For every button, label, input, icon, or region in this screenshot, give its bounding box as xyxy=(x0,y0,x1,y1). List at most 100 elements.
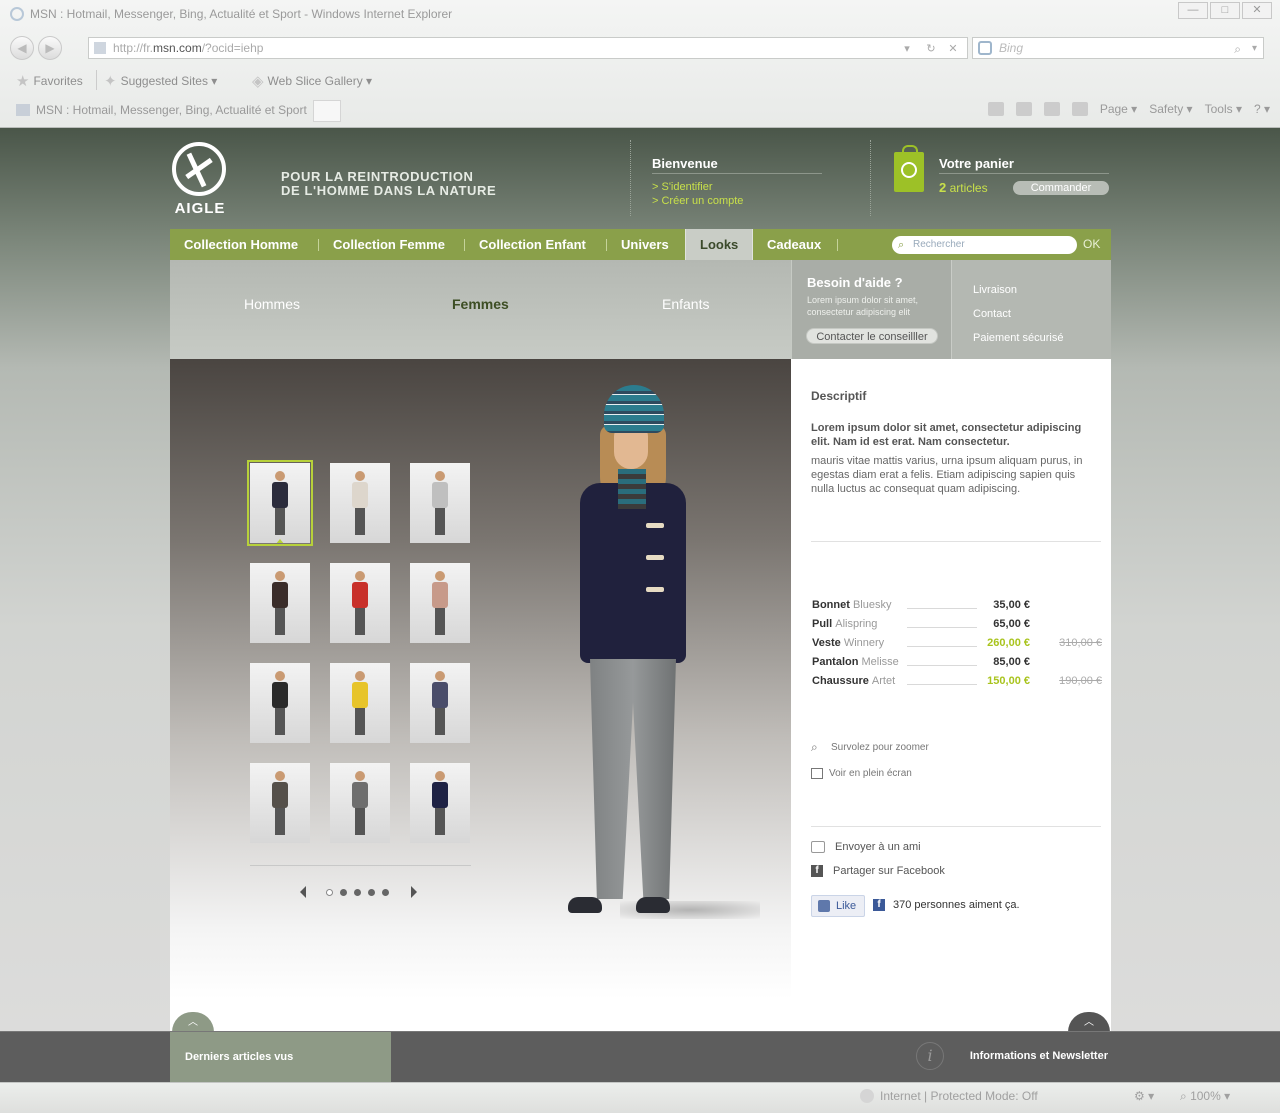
product-row[interactable]: Chaussure Artet 150,00 € 190,00 € xyxy=(812,675,1102,694)
pager-dot[interactable] xyxy=(354,889,361,896)
link-contact[interactable]: Contact xyxy=(973,308,1011,320)
look-thumbnail[interactable] xyxy=(330,663,390,743)
zoom-level[interactable]: ⌕ 100% ▾ xyxy=(1180,1089,1230,1104)
protected-mode-icon[interactable]: ⚙ ▾ xyxy=(1134,1089,1154,1103)
back-button[interactable]: ◀ xyxy=(10,36,34,60)
new-tab-button[interactable] xyxy=(313,100,341,122)
look-thumbnail[interactable] xyxy=(247,460,313,546)
recent-items-tab[interactable]: Derniers articles vus xyxy=(170,1032,391,1083)
product-price: 65,00 € xyxy=(993,618,1030,630)
look-thumbnail[interactable] xyxy=(330,563,390,643)
next-arrow-icon[interactable] xyxy=(411,886,417,898)
nav-cadeaux[interactable]: Cadeaux xyxy=(767,229,821,260)
product-row[interactable]: Bonnet Bluesky 35,00 € xyxy=(812,599,1102,618)
info-newsletter-tab[interactable]: Informations et Newsletter xyxy=(970,1032,1108,1083)
tagline-line-2: DE L'HOMME DANS LA NATURE xyxy=(281,183,497,198)
tagline-line-1: POUR LA REINTRODUCTION xyxy=(281,169,474,184)
product-row[interactable]: Pull Alispring 65,00 € xyxy=(812,618,1102,637)
nav-collection-homme[interactable]: Collection Homme xyxy=(184,229,298,260)
pager-dot[interactable] xyxy=(326,889,333,896)
print-icon[interactable] xyxy=(1071,102,1088,116)
refresh-icon[interactable]: ↻ xyxy=(921,39,941,57)
url-suffix: /?ocid=iehp xyxy=(201,41,264,55)
cart-box: Votre panier 2 articles Commander xyxy=(939,156,1109,195)
product-name: Chaussure Artet xyxy=(812,675,895,687)
feeds-icon[interactable] xyxy=(1015,102,1032,116)
aigle-logo[interactable]: AIGLE xyxy=(172,142,228,218)
facebook-like-button[interactable]: Like xyxy=(811,895,865,917)
subnav-hommes[interactable]: Hommes xyxy=(244,296,300,312)
nav-collection-enfant[interactable]: Collection Enfant xyxy=(479,229,586,260)
search-box[interactable]: Bing ⌕ ▾ xyxy=(972,37,1264,59)
send-to-friend-link[interactable]: Envoyer à un ami xyxy=(811,841,921,853)
shopping-bag-icon[interactable] xyxy=(894,145,924,192)
divider xyxy=(250,865,471,866)
look-thumbnail[interactable] xyxy=(250,663,310,743)
main-look-image[interactable] xyxy=(560,385,760,925)
product-row[interactable]: Pantalon Melisse 85,00 € xyxy=(812,656,1102,675)
product-model: Bluesky xyxy=(852,599,892,611)
product-row[interactable]: Veste Winnery 260,00 € 310,00 € xyxy=(812,637,1102,656)
share-facebook-link[interactable]: f Partager sur Facebook xyxy=(811,865,945,877)
address-bar[interactable]: http://fr.msn.com/?ocid=iehp ▾ ↻ ✕ xyxy=(88,37,968,59)
browser-tab[interactable]: MSN : Hotmail, Messenger, Bing, Actualit… xyxy=(10,98,310,122)
search-icon: ⌕ xyxy=(898,239,905,251)
login-link[interactable]: > S'identifier xyxy=(652,180,822,194)
safety-menu[interactable]: Safety ▾ xyxy=(1149,102,1192,116)
favorites-button[interactable]: ★ Favorites xyxy=(16,72,83,90)
look-thumbnail[interactable] xyxy=(250,763,310,843)
look-thumbnail[interactable] xyxy=(410,463,470,543)
product-name: Pantalon Melisse xyxy=(812,656,899,668)
subnav-enfants[interactable]: Enfants xyxy=(662,296,709,312)
look-thumbnail[interactable] xyxy=(410,563,470,643)
product-name: Pull Alispring xyxy=(812,618,877,630)
pager-dot[interactable] xyxy=(382,889,389,896)
address-dropdown-icon[interactable]: ▾ xyxy=(897,39,917,57)
suggested-sites-button[interactable]: ✦ Suggested Sites ▾ xyxy=(104,72,217,90)
web-slice-button[interactable]: ◈ Web Slice Gallery ▾ xyxy=(252,72,372,90)
security-zone[interactable]: Internet | Protected Mode: Off xyxy=(860,1089,1038,1103)
cart-title: Votre panier xyxy=(939,156,1109,174)
look-thumbnail[interactable] xyxy=(330,763,390,843)
look-thumbnail[interactable] xyxy=(250,563,310,643)
nav-collection-femme[interactable]: Collection Femme xyxy=(333,229,445,260)
nav-looks[interactable]: Looks xyxy=(685,229,754,260)
close-window-button[interactable]: ✕ xyxy=(1242,2,1272,19)
subnav-femmes[interactable]: Femmes xyxy=(452,296,509,312)
register-link[interactable]: > Créer un compte xyxy=(652,194,822,208)
look-thumbnail[interactable] xyxy=(330,463,390,543)
fullscreen-link[interactable]: Voir en plein écran xyxy=(811,768,912,779)
zoom-hint[interactable]: ⌕ Survolez pour zoomer xyxy=(811,741,929,753)
cart-count[interactable]: 2 articles xyxy=(939,180,988,195)
prev-arrow-icon[interactable] xyxy=(300,886,306,898)
minimize-button[interactable]: — xyxy=(1178,2,1208,19)
thumbnail-figure xyxy=(352,771,368,837)
stop-icon[interactable]: ✕ xyxy=(943,39,963,57)
mail-icon[interactable] xyxy=(1043,102,1060,116)
search-ok-button[interactable]: OK xyxy=(1083,229,1100,260)
look-thumbnail[interactable] xyxy=(410,663,470,743)
forward-button[interactable]: ▶ xyxy=(38,36,62,60)
pager-dot[interactable] xyxy=(368,889,375,896)
page-menu[interactable]: Page ▾ xyxy=(1100,102,1137,116)
thumbnail-figure xyxy=(352,671,368,737)
navigation-row: ◀ ▶ http://fr.msn.com/?ocid=iehp ▾ ↻ ✕ B… xyxy=(0,33,1280,61)
look-thumbnail[interactable] xyxy=(410,763,470,843)
bottom-bar: Derniers articles vus i Informations et … xyxy=(0,1031,1280,1083)
home-icon[interactable] xyxy=(987,102,1004,116)
contact-advisor-button[interactable]: Contacter le conseilller xyxy=(806,328,938,344)
order-button[interactable]: Commander xyxy=(1013,181,1109,195)
product-type: Chaussure xyxy=(812,675,869,687)
link-paiement[interactable]: Paiement sécurisé xyxy=(973,332,1064,344)
site-search-input[interactable]: ⌕ Rechercher xyxy=(892,236,1077,254)
help-menu[interactable]: ? ▾ xyxy=(1254,102,1270,116)
link-livraison[interactable]: Livraison xyxy=(973,284,1017,296)
nav-univers[interactable]: Univers xyxy=(621,229,669,260)
maximize-button[interactable]: □ xyxy=(1210,2,1240,19)
model-shoe xyxy=(636,897,670,913)
product-type: Pull xyxy=(812,618,833,630)
tools-menu[interactable]: Tools ▾ xyxy=(1205,102,1242,116)
search-dropdown-icon[interactable]: ▾ xyxy=(1252,39,1257,59)
pager-dot[interactable] xyxy=(340,889,347,896)
search-icon[interactable]: ⌕ xyxy=(1234,39,1241,59)
